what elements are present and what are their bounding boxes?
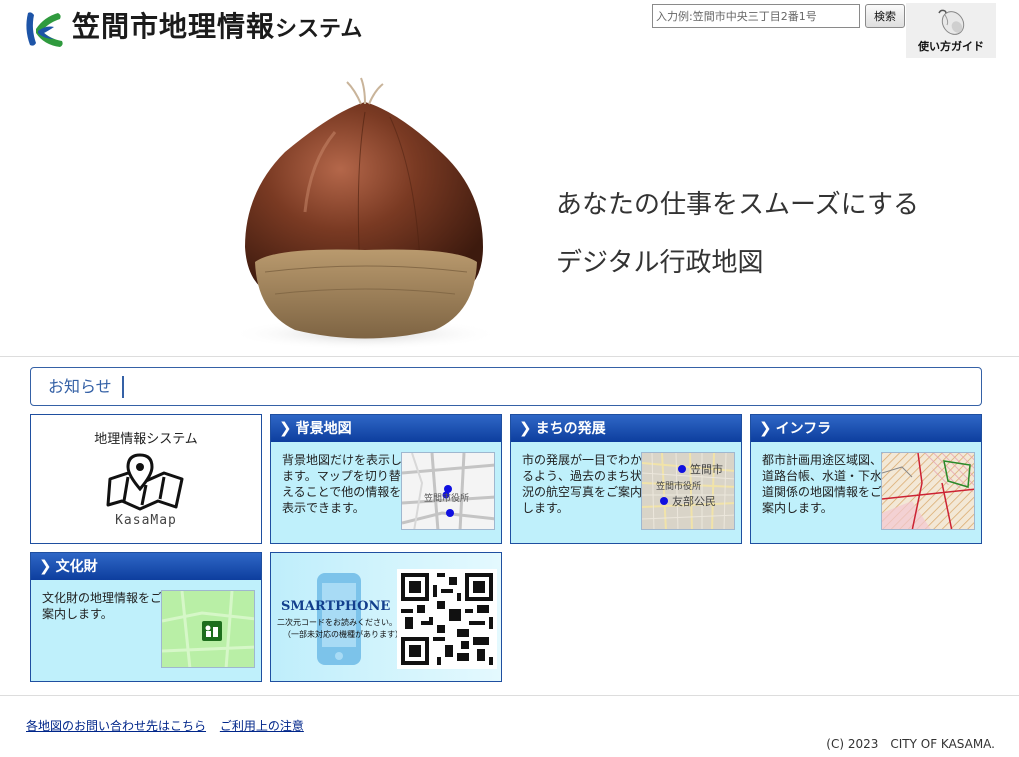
tile-culture-text: 文化財の地理情報をご案内します。	[42, 591, 163, 621]
site-title-suffix: システム	[275, 17, 363, 42]
tile-infra-header: ❯ インフラ	[751, 415, 981, 442]
tile-background-map-body: 背景地図だけを表示します。マップを切り替えることで他の情報を表示できます。 笠間…	[271, 442, 501, 543]
map-pin-icon	[106, 453, 184, 511]
footer: 各地図のお問い合わせ先はこちら ご利用上の注意 (C) 2023 CITY OF…	[0, 695, 1019, 757]
tile-infra-text: 都市計画用途区域図、道路台帳、水道・下水道関係の地図情報をご案内します。	[762, 453, 883, 515]
tile-town-development[interactable]: ❯ まちの発展 市の発展が一目でわかるよう、過去のまち状況の航空写真をご案内します…	[510, 414, 742, 544]
kasama-logo-icon	[26, 11, 63, 47]
chevron-right-icon: ❯	[759, 419, 772, 437]
tile-culture-header: ❯ 文化財	[31, 553, 261, 580]
copyright: (C) 2023 CITY OF KASAMA.	[826, 737, 995, 751]
qr-code-icon	[397, 569, 497, 669]
tile-town-header: ❯ まちの発展	[511, 415, 741, 442]
cultural-map-thumbnail	[161, 590, 255, 668]
background-map-label: 笠間市役所	[424, 492, 469, 504]
smartphone-title: SMARTPHONE	[281, 599, 391, 614]
terms-link[interactable]: ご利用上の注意	[220, 719, 304, 733]
address-search-input[interactable]	[652, 4, 860, 28]
footer-links: 各地図のお問い合わせ先はこちら ご利用上の注意	[26, 717, 314, 734]
tile-background-map-title: 背景地図	[295, 421, 352, 437]
site-title-main: 笠間市地理情報	[72, 10, 276, 43]
search-button[interactable]: 検索	[865, 4, 905, 28]
hero-tagline-2: デジタル行政地図	[556, 248, 764, 278]
town-map-label-3: 友部公民	[672, 494, 716, 508]
tile-town-text: 市の発展が一目でわかるよう、過去のまち状況の航空写真をご案内します。	[522, 453, 643, 515]
site-title: 笠間市地理情報システム	[72, 7, 362, 50]
tile-background-map[interactable]: ❯ 背景地図 背景地図だけを表示します。マップを切り替えることで他の情報を表示でき…	[270, 414, 502, 544]
background-map-thumbnail: 笠間市役所	[401, 452, 495, 530]
site-logo[interactable]: 笠間市地理情報システム	[22, 7, 362, 50]
tile-culture-body: 文化財の地理情報をご案内します。	[31, 580, 261, 681]
smartphone-note-2: （一部未対応の機種があります）	[283, 630, 403, 639]
chevron-right-icon: ❯	[39, 557, 52, 575]
tile-culture-title: 文化財	[55, 559, 98, 575]
chevron-right-icon: ❯	[519, 419, 532, 437]
chestnut-image	[230, 77, 500, 350]
tile-town-body: 市の発展が一目でわかるよう、過去のまち状況の航空写真をご案内します。 笠間市 笠…	[511, 442, 741, 543]
tile-smartphone-qr[interactable]: SMARTPHONE 二次元コードをお読みください。 （一部未対応の機種がありま…	[270, 552, 502, 682]
usage-guide-button[interactable]: 使い方ガイド	[906, 3, 996, 58]
zoning-map-thumbnail	[881, 452, 975, 530]
usage-guide-label: 使い方ガイド	[918, 40, 984, 53]
tile-gis-title: 地理情報システム	[94, 432, 198, 447]
tile-infrastructure[interactable]: ❯ インフラ 都市計画用途区域図、道路台帳、水道・下水道関係の地図情報をご案内しま…	[750, 414, 982, 544]
tile-background-map-header: ❯ 背景地図	[271, 415, 501, 442]
contact-link[interactable]: 各地図のお問い合わせ先はこちら	[26, 719, 206, 733]
notice-bar[interactable]: お知らせ	[30, 367, 982, 406]
smartphone-note-1: 二次元コードをお読みください。	[277, 618, 397, 627]
header: 笠間市地理情報システム 検索 使い方ガイド	[0, 0, 1019, 62]
tile-infra-title: インフラ	[775, 421, 832, 437]
page: 笠間市地理情報システム 検索 使い方ガイド	[0, 0, 1019, 757]
hero-banner: あなたの仕事をスムーズにする デジタル行政地図	[0, 62, 1019, 357]
chevron-right-icon: ❯	[279, 419, 292, 437]
hero-tagline-1: あなたの仕事をスムーズにする	[556, 190, 919, 220]
tile-gis-subtitle: KasaMap	[115, 513, 177, 528]
notice-label: お知らせ	[48, 376, 124, 398]
town-map-label-1: 笠間市	[690, 462, 723, 476]
tile-cultural-properties[interactable]: ❯ 文化財 文化財の地理情報をご案内します。	[30, 552, 262, 682]
tile-gis-system[interactable]: 地理情報システム KasaMap	[30, 414, 262, 544]
tile-background-map-text: 背景地図だけを表示します。マップを切り替えることで他の情報を表示できます。	[282, 453, 403, 515]
town-map-label-2: 笠間市役所	[656, 480, 701, 492]
tile-town-title: まちの発展	[535, 421, 606, 437]
tile-infra-body: 都市計画用途区域図、道路台帳、水道・下水道関係の地図情報をご案内します。	[751, 442, 981, 543]
aerial-photo-thumbnail: 笠間市 笠間市役所 友部公民	[641, 452, 735, 530]
mouse-icon	[938, 9, 965, 35]
